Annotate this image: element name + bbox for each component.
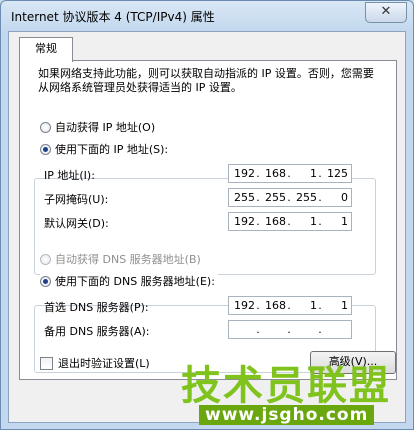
- ip-address-octet-2: 168: [265, 167, 286, 180]
- ip-manual-label: 使用下面的 IP 地址(S):: [55, 143, 169, 156]
- preferred-dns-field[interactable]: 192. 168. 1. 1: [228, 296, 352, 315]
- validate-on-exit-checkbox[interactable]: 退出时验证设置(L): [40, 355, 150, 371]
- ip-address-octet-4: 125: [327, 167, 348, 180]
- tab-general[interactable]: 常规: [19, 37, 73, 62]
- preferred-dns-label: 首选 DNS 服务器(P):: [44, 301, 149, 314]
- subnet-mask-field[interactable]: 255. 255. 255. 0: [228, 188, 352, 207]
- subnet-mask-octet-3: 255: [296, 191, 317, 204]
- close-icon: ✕: [380, 4, 392, 19]
- description-text: 如果网络支持此功能，则可以获取自动指派的 IP 设置。否则，您需要从网络系统管理…: [38, 67, 374, 94]
- preferred-dns-octet-2: 168: [265, 299, 286, 312]
- default-gateway-label: 默认网关(D):: [44, 217, 109, 230]
- watermark-text: 技术员联盟: [181, 363, 391, 409]
- default-gateway-octet-2: 168: [265, 215, 286, 228]
- dns-auto-label: 自动获得 DNS 服务器地址(B): [55, 253, 201, 266]
- ip-manual-radio-dot: [40, 143, 51, 155]
- ip-address-field[interactable]: 192. 168. 1. 125: [228, 164, 352, 183]
- dns-auto-radio[interactable]: 自动获得 DNS 服务器地址(B): [40, 251, 201, 267]
- preferred-dns-octet-1: 192: [234, 299, 255, 312]
- subnet-mask-octet-1: 255: [234, 191, 255, 204]
- ip-auto-radio-dot: [40, 121, 51, 133]
- dns-manual-radio[interactable]: 使用下面的 DNS 服务器地址(E):: [40, 273, 218, 289]
- checkbox-box: [40, 356, 53, 370]
- ip-address-octet-1: 192: [234, 167, 255, 180]
- dns-manual-radio-dot: [40, 275, 51, 287]
- dns-manual-label: 使用下面的 DNS 服务器地址(E):: [55, 275, 215, 288]
- default-gateway-field[interactable]: 192. 168. 1. 1: [228, 212, 352, 231]
- tab-page-general: 如果网络支持此功能，则可以获取自动指派的 IP 设置。否则，您需要从网络系统管理…: [19, 60, 397, 380]
- ip-address-label: IP 地址(I):: [44, 169, 95, 182]
- default-gateway-octet-1: 192: [234, 215, 255, 228]
- subnet-mask-octet-2: 255: [265, 191, 286, 204]
- subnet-mask-octet-4: 0: [341, 191, 348, 204]
- default-gateway-octet-4: 1: [341, 215, 348, 228]
- preferred-dns-octet-3: 1: [310, 299, 317, 312]
- subnet-mask-label: 子网掩码(U):: [44, 193, 109, 206]
- window-title: Internet 协议版本 4 (TCP/IPv4) 属性: [11, 10, 215, 24]
- validate-on-exit-label: 退出时验证设置(L): [58, 357, 150, 370]
- watermark-url: www.jsgho.com: [199, 405, 375, 425]
- preferred-dns-octet-4: 1: [341, 299, 348, 312]
- ip-address-octet-3: 1: [310, 167, 317, 180]
- close-button[interactable]: ✕: [365, 2, 407, 23]
- dns-auto-radio-dot: [40, 253, 51, 265]
- ip-auto-label: 自动获得 IP 地址(O): [55, 121, 156, 134]
- ip-auto-radio[interactable]: 自动获得 IP 地址(O): [40, 119, 155, 135]
- alternate-dns-label: 备用 DNS 服务器(A):: [44, 325, 150, 338]
- title-bar[interactable]: Internet 协议版本 4 (TCP/IPv4) 属性 ✕: [1, 1, 413, 31]
- alternate-dns-field[interactable]: . . .: [228, 320, 352, 339]
- watermark-logo: 技术员联盟 www.jsgho.com: [181, 353, 413, 429]
- dialog-window: Internet 协议版本 4 (TCP/IPv4) 属性 ✕ 常规 如果网络支…: [0, 0, 414, 430]
- ip-manual-radio[interactable]: 使用下面的 IP 地址(S):: [40, 141, 172, 157]
- default-gateway-octet-3: 1: [310, 215, 317, 228]
